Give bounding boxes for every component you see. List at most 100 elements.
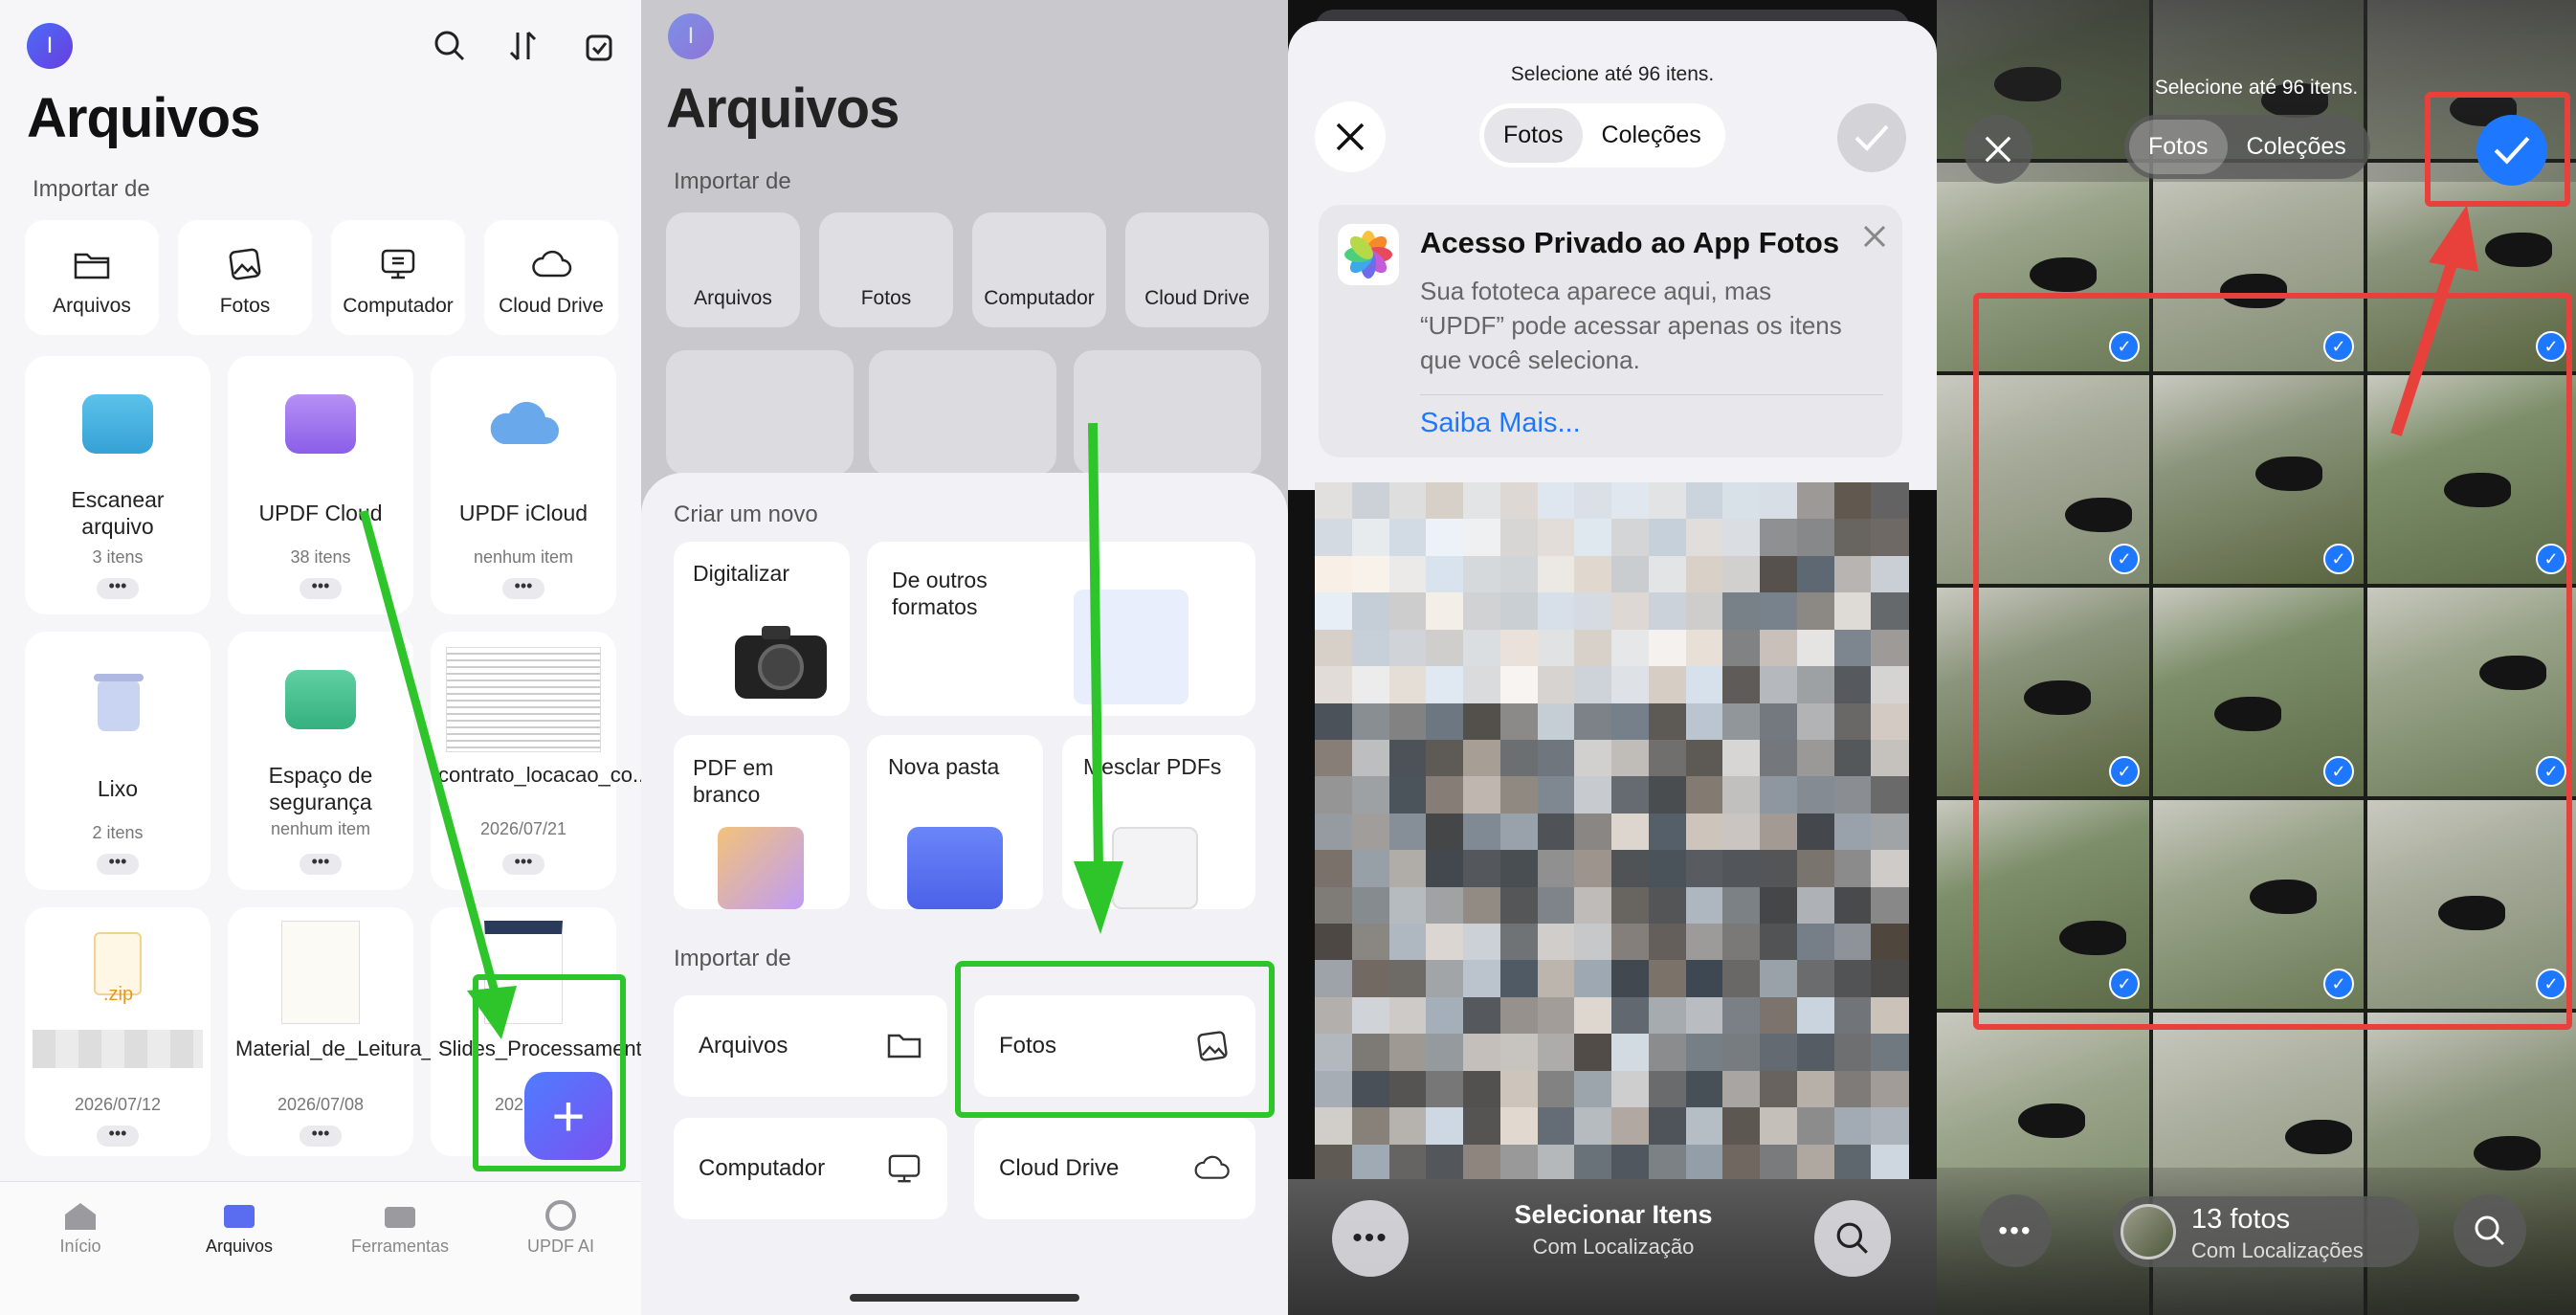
mosaic-tile bbox=[1388, 813, 1428, 852]
more-button[interactable]: ••• bbox=[1979, 1194, 2052, 1267]
tab-updf-ai[interactable]: UPDF AI bbox=[494, 1199, 628, 1257]
mosaic-tile bbox=[1388, 1144, 1428, 1182]
dismiss-icon[interactable] bbox=[1862, 224, 1887, 249]
import-tile-computer[interactable]: Computador bbox=[331, 220, 465, 335]
select-icon[interactable] bbox=[582, 29, 616, 63]
more-button[interactable]: ••• bbox=[300, 853, 342, 875]
tab-photos[interactable]: Fotos bbox=[2129, 120, 2228, 174]
import-tile-files[interactable]: Arquivos bbox=[25, 220, 159, 335]
close-button[interactable] bbox=[1964, 115, 2032, 184]
import-tile-cloud[interactable]: Cloud Drive bbox=[484, 220, 618, 335]
option-new-folder[interactable]: Nova pasta bbox=[867, 735, 1043, 909]
search-button[interactable] bbox=[1814, 1200, 1891, 1277]
mosaic-tile bbox=[1499, 850, 1539, 888]
mosaic-tile bbox=[1426, 850, 1464, 888]
mosaic-tile bbox=[1871, 519, 1909, 557]
mosaic-tile bbox=[1574, 1034, 1612, 1072]
mosaic-tile bbox=[1760, 996, 1798, 1036]
mosaic-tile bbox=[1574, 702, 1612, 741]
mosaic-tile bbox=[1537, 996, 1576, 1036]
mosaic-tile bbox=[1833, 813, 1873, 852]
import-row-computer[interactable]: Computador bbox=[674, 1118, 947, 1219]
mosaic-tile bbox=[1463, 1107, 1501, 1146]
mosaic-tile bbox=[1648, 850, 1687, 888]
mosaic-tile bbox=[1426, 1144, 1464, 1182]
mosaic-tile bbox=[1796, 776, 1835, 814]
card-trash[interactable]: Lixo 2 itens ••• bbox=[25, 632, 211, 890]
mosaic-tile bbox=[1463, 924, 1501, 962]
mosaic-tile bbox=[1388, 666, 1428, 704]
card-scan[interactable]: Escanear arquivo 3 itens ••• bbox=[25, 356, 211, 614]
import-row-files[interactable]: Arquivos bbox=[674, 995, 947, 1097]
card-zip[interactable]: .zip 2026/07/12 ••• bbox=[25, 907, 211, 1156]
mosaic-tile bbox=[1499, 592, 1539, 631]
tab-files[interactable]: Arquivos bbox=[172, 1199, 306, 1257]
mosaic-tile bbox=[1648, 739, 1687, 778]
select-items-title: Selecionar Itens bbox=[1514, 1200, 1713, 1229]
mosaic-tile bbox=[1388, 850, 1428, 888]
mosaic-tile bbox=[1611, 886, 1650, 925]
mosaic-tile bbox=[1833, 666, 1873, 704]
mosaic-tile bbox=[1611, 1107, 1650, 1146]
mosaic-tile bbox=[1760, 960, 1798, 998]
mosaic-tile bbox=[1499, 666, 1539, 704]
avatar[interactable]: I bbox=[27, 23, 73, 69]
tab-collections[interactable]: Coleções bbox=[2228, 120, 2365, 174]
mosaic-tile bbox=[1463, 850, 1501, 888]
mosaic-tile bbox=[1351, 850, 1390, 888]
ai-icon bbox=[545, 1200, 576, 1231]
mosaic-tile bbox=[1760, 1070, 1798, 1109]
tab-collections[interactable]: Coleções bbox=[1583, 108, 1721, 163]
selection-summary[interactable]: 13 fotos Com Localizações bbox=[2113, 1196, 2419, 1267]
tab-home[interactable]: Início bbox=[13, 1199, 147, 1257]
mosaic-tile bbox=[1760, 555, 1798, 594]
mosaic-tile bbox=[1463, 960, 1501, 998]
option-blank-pdf[interactable]: PDF em branco bbox=[674, 735, 850, 909]
mosaic-tile bbox=[1426, 555, 1464, 594]
sort-icon[interactable] bbox=[507, 29, 542, 63]
option-other-formats[interactable]: De outros formatos bbox=[867, 542, 1255, 716]
icloud-icon bbox=[490, 401, 559, 444]
close-button[interactable] bbox=[1315, 101, 1386, 172]
mosaic-tile bbox=[1685, 592, 1724, 631]
search-button[interactable] bbox=[2454, 1194, 2526, 1267]
green-arrow bbox=[1074, 422, 1123, 934]
mosaic-tile bbox=[1796, 813, 1835, 852]
mosaic-tile bbox=[1426, 739, 1464, 778]
mosaic-tile bbox=[1351, 776, 1390, 814]
mosaic-tile bbox=[1351, 960, 1390, 998]
mosaic-tile bbox=[1611, 813, 1650, 852]
confirm-button[interactable] bbox=[1837, 103, 1906, 172]
learn-more-link[interactable]: Saiba Mais... bbox=[1420, 408, 1581, 439]
bird-shape bbox=[2485, 233, 2552, 267]
mosaic-tile bbox=[1315, 482, 1353, 521]
green-arrow bbox=[359, 509, 517, 1039]
more-button[interactable]: ••• bbox=[97, 577, 139, 599]
import-tile-photos[interactable]: Fotos bbox=[178, 220, 312, 335]
folder-icon bbox=[74, 253, 110, 279]
mosaic-tile bbox=[1611, 629, 1650, 668]
mosaic-tile bbox=[1315, 960, 1353, 998]
mosaic-tile bbox=[1685, 813, 1724, 852]
mosaic-tile bbox=[1760, 482, 1798, 521]
mosaic-tile bbox=[1537, 482, 1576, 521]
import-section-label: Importar de bbox=[674, 946, 791, 971]
mosaic-tile bbox=[1833, 1034, 1873, 1072]
mosaic-tile bbox=[1463, 666, 1501, 704]
tab-photos[interactable]: Fotos bbox=[1484, 108, 1583, 163]
more-button[interactable]: ••• bbox=[97, 853, 139, 875]
option-scan[interactable]: Digitalizar bbox=[674, 542, 850, 716]
tab-tools[interactable]: Ferramentas bbox=[333, 1199, 467, 1257]
more-button[interactable]: ••• bbox=[300, 1125, 342, 1147]
mosaic-tile bbox=[1796, 519, 1835, 557]
search-icon bbox=[2475, 1215, 2505, 1246]
import-row-cloud[interactable]: Cloud Drive bbox=[974, 1118, 1255, 1219]
more-button[interactable]: ••• bbox=[97, 1125, 139, 1147]
mosaic-tile bbox=[1537, 592, 1576, 631]
mosaic-tile bbox=[1685, 996, 1724, 1036]
more-button[interactable]: ••• bbox=[300, 577, 342, 599]
search-icon[interactable] bbox=[433, 29, 467, 63]
mosaic-tile bbox=[1760, 924, 1798, 962]
mosaic-tile bbox=[1833, 482, 1873, 521]
more-button[interactable]: ••• bbox=[1332, 1200, 1409, 1277]
